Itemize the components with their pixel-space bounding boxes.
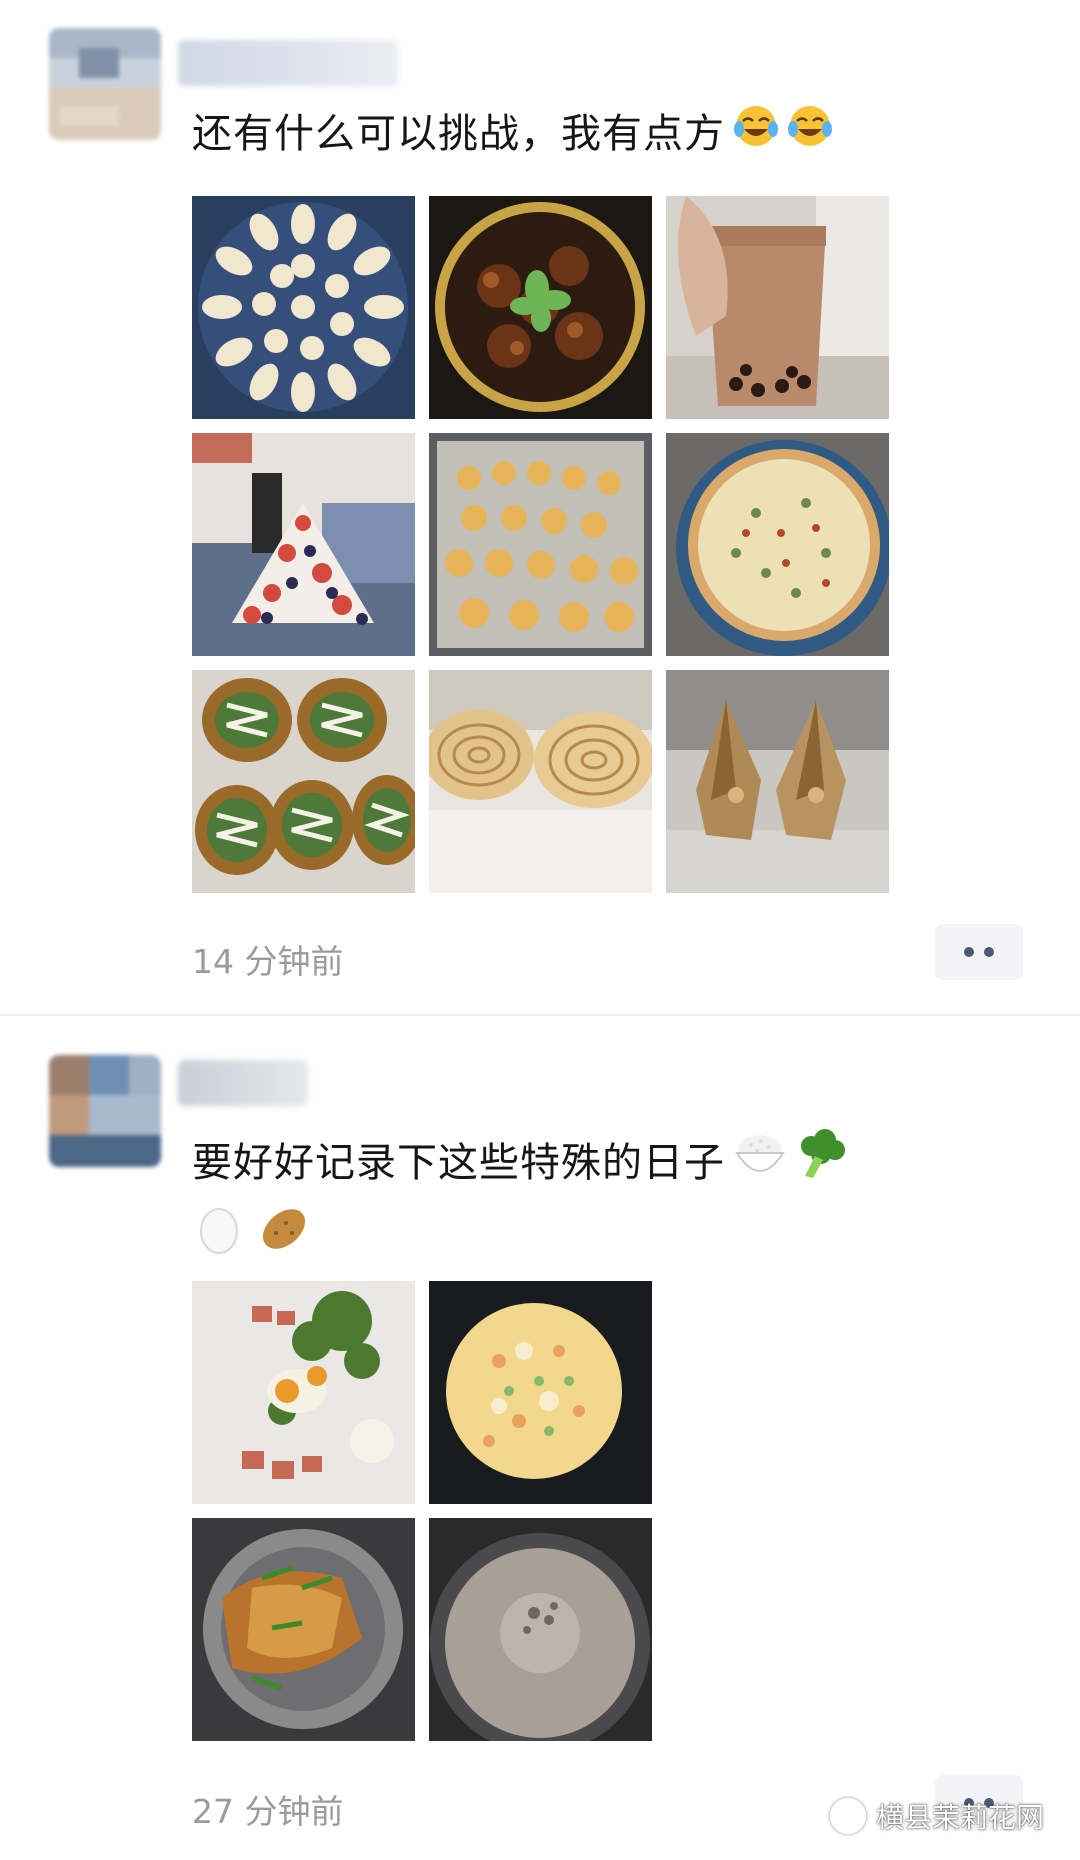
mayo-topped-buns-photo[interactable] bbox=[192, 670, 415, 893]
fruit-tree-cake-photo[interactable] bbox=[192, 433, 415, 656]
post-text-content: 还有什么可以挑战，我有点方 bbox=[192, 111, 725, 157]
post-timestamp: 27 分钟前 bbox=[192, 1792, 344, 1831]
egg-emoji bbox=[196, 1203, 242, 1278]
paper-heels-craft-photo[interactable] bbox=[666, 670, 889, 893]
dot-icon bbox=[964, 947, 974, 957]
avatar[interactable] bbox=[49, 1055, 161, 1167]
dot-icon bbox=[984, 947, 994, 957]
more-actions-button[interactable] bbox=[935, 924, 1023, 980]
divider bbox=[0, 1014, 1080, 1016]
egg-ham-greens-prep-photo[interactable] bbox=[192, 1281, 415, 1504]
post-text-content: 要好好记录下这些特殊的日子 bbox=[192, 1140, 725, 1186]
post-text: 要好好记录下这些特殊的日子 bbox=[192, 1127, 1020, 1278]
wechat-channel-icon bbox=[830, 1798, 866, 1834]
braised-chicken-pot-photo[interactable] bbox=[429, 196, 652, 419]
bubble-tea-glass-photo[interactable] bbox=[666, 196, 889, 419]
avatar[interactable] bbox=[49, 28, 161, 140]
piped-dumplings-plate-photo[interactable] bbox=[192, 196, 415, 419]
homemade-pizza-photo[interactable] bbox=[666, 433, 889, 656]
tears-of-joy-emoji bbox=[787, 100, 833, 172]
broccoli-emoji bbox=[795, 1128, 847, 1203]
piped-cookies-tray-photo[interactable] bbox=[429, 433, 652, 656]
soup-in-pot-photo[interactable] bbox=[429, 1518, 652, 1741]
post-text: 还有什么可以挑战，我有点方 bbox=[192, 98, 1020, 172]
tears-of-joy-emoji bbox=[733, 100, 779, 172]
nickname-redacted bbox=[178, 1060, 308, 1106]
nickname-redacted bbox=[178, 40, 398, 86]
swirl-bread-loaf-photo[interactable] bbox=[429, 670, 652, 893]
watermark-text: 横县茉莉花网 bbox=[876, 1801, 1045, 1834]
potato-emoji bbox=[258, 1203, 310, 1278]
rice-bowl-emoji bbox=[733, 1129, 787, 1202]
watermark: 横县茉莉花网 bbox=[830, 1792, 1044, 1840]
vegetable-omelette-pan-photo[interactable] bbox=[429, 1281, 652, 1504]
pan-fried-fish-photo[interactable] bbox=[192, 1518, 415, 1741]
post-timestamp: 14 分钟前 bbox=[192, 942, 344, 981]
